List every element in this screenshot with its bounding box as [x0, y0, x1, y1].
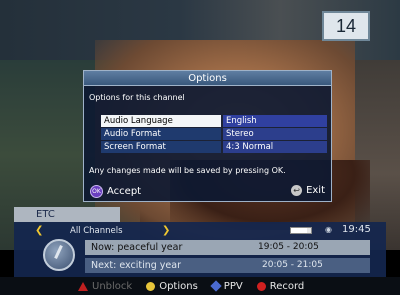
signal-icon: ◉: [325, 225, 332, 234]
accept-label: Accept: [107, 186, 142, 197]
signal-strength-bar: [290, 227, 312, 234]
legend-unblock[interactable]: Unblock: [78, 281, 132, 292]
legend-record[interactable]: Record: [256, 280, 305, 292]
tv-screen: 14 Options Options for this channel Audi…: [0, 0, 400, 295]
options-dialog: Options Options for this channel Audio L…: [83, 70, 332, 202]
legend-label: PPV: [223, 280, 243, 292]
option-value[interactable]: Stereo: [223, 128, 327, 140]
dialog-subtitle: Options for this channel: [89, 93, 185, 102]
blue-diamond-icon: [210, 280, 222, 292]
etc-tab[interactable]: ETC: [14, 207, 120, 222]
legend-label: Record: [269, 280, 305, 292]
yellow-circle-icon: [146, 281, 156, 291]
option-value[interactable]: 4:3 Normal: [223, 141, 327, 153]
clock: 19:45: [342, 224, 371, 235]
option-row-screen-format[interactable]: Screen Format 4:3 Normal: [101, 141, 327, 153]
legend-ppv[interactable]: PPV: [210, 280, 243, 292]
option-label: Screen Format: [101, 141, 221, 153]
option-label: Audio Format: [101, 128, 221, 140]
next-program[interactable]: Next: exciting year: [85, 258, 370, 273]
channel-number-box: 14: [322, 11, 370, 41]
back-arrow-icon: ↩: [291, 185, 303, 196]
red-circle-icon: [256, 281, 266, 291]
now-program[interactable]: Now: peaceful year: [85, 240, 370, 255]
exit-label: Exit: [306, 185, 325, 196]
legend-label: Options: [159, 280, 198, 292]
exit-button[interactable]: ↩ Exit: [291, 185, 325, 196]
dialog-title: Options: [84, 71, 331, 86]
next-program-time: 20:05 - 21:05: [262, 260, 323, 270]
chevron-left-icon[interactable]: ❮: [35, 225, 43, 236]
accept-button[interactable]: OK Accept: [90, 185, 141, 198]
option-row-audio-language[interactable]: Audio Language English: [101, 115, 327, 127]
color-key-legend: Unblock Options PPV Record: [0, 277, 400, 295]
now-program-time: 19:05 - 20:05: [258, 242, 319, 252]
option-row-audio-format[interactable]: Audio Format Stereo: [101, 128, 327, 140]
option-label: Audio Language: [101, 115, 221, 127]
channel-list-name: All Channels: [70, 226, 123, 236]
legend-options[interactable]: Options: [146, 281, 198, 292]
option-value[interactable]: English: [223, 115, 327, 127]
legend-label: Unblock: [92, 280, 133, 292]
red-triangle-icon: [78, 281, 88, 291]
dialog-note: Any changes made will be saved by pressi…: [89, 166, 286, 175]
chevron-right-icon[interactable]: ❯: [162, 225, 170, 236]
dial-logo-icon: [43, 239, 75, 271]
ok-icon: OK: [90, 185, 103, 198]
